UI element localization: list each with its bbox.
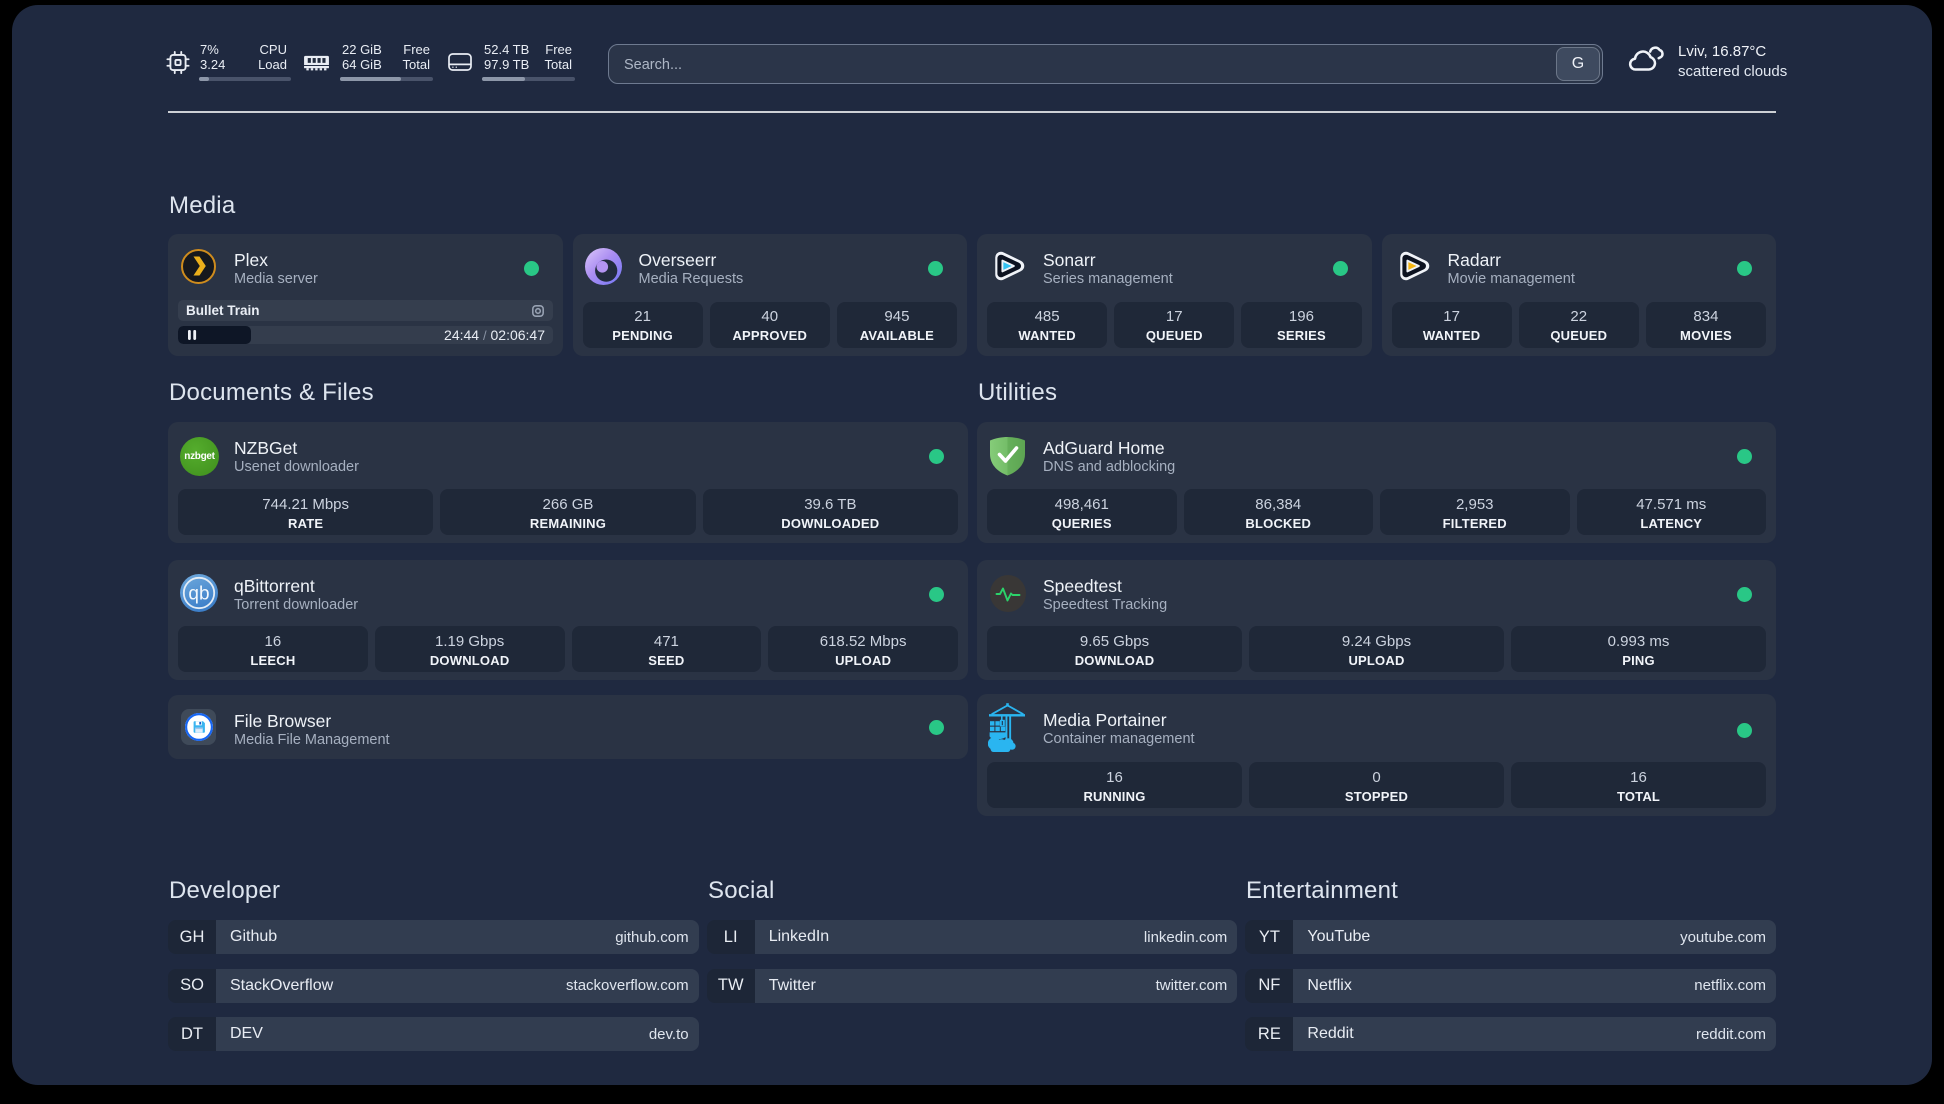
svg-text:qb: qb [188,584,209,605]
